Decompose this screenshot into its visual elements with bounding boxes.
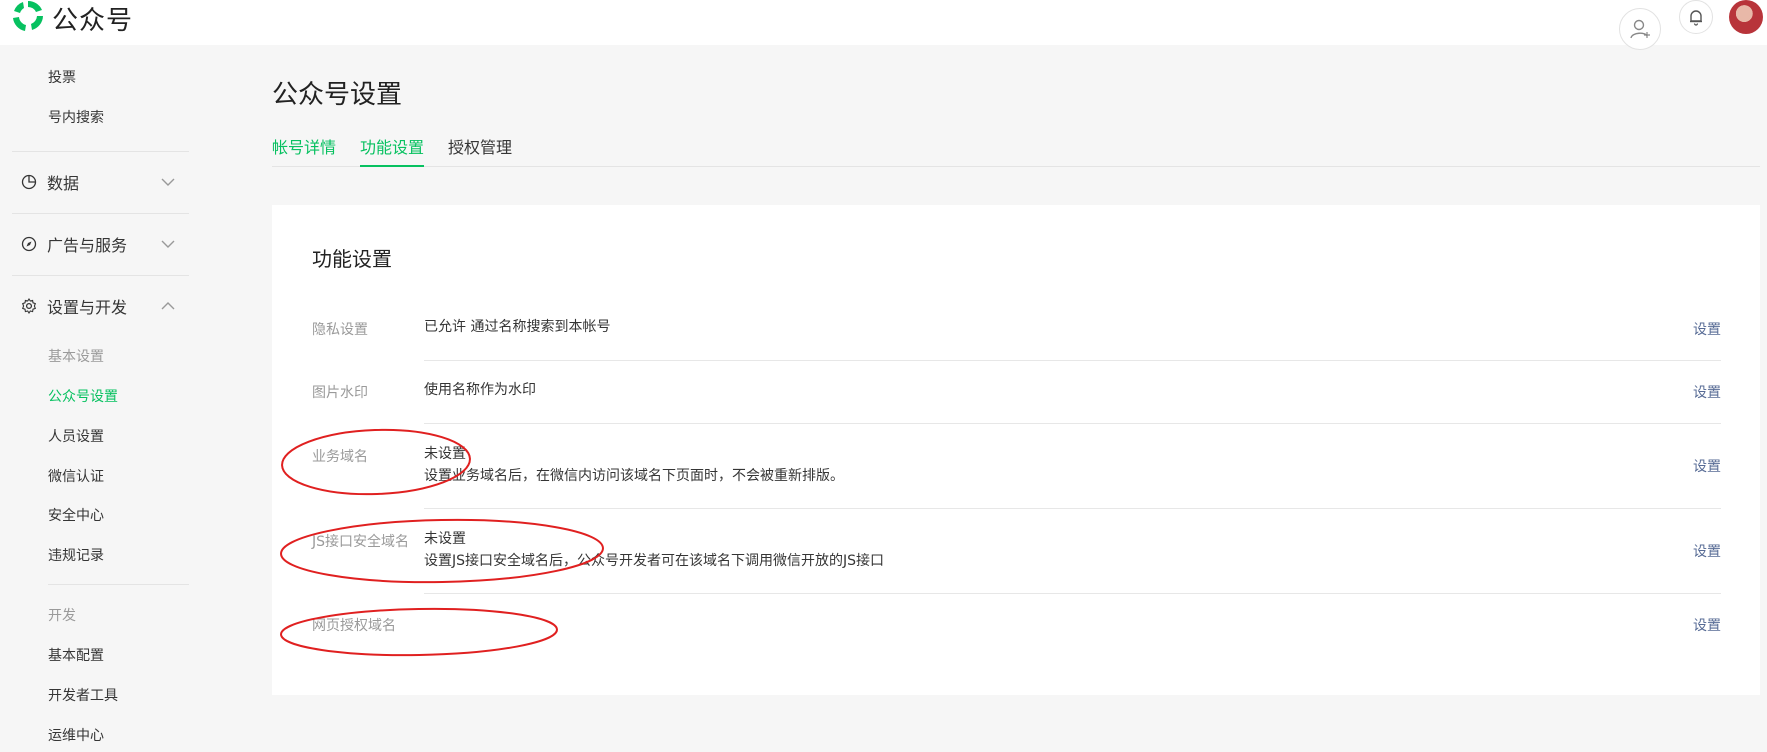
sidebar-item-search[interactable]: 号内搜索 xyxy=(48,107,104,127)
sidebar-group-settings[interactable]: 设置与开发 xyxy=(20,293,185,319)
feature-settings-card: 功能设置 隐私设置 已允许 通过名称搜索到本帐号 设置 图片水印 使用名称作为水… xyxy=(272,205,1760,695)
row-divider xyxy=(424,360,1721,361)
notification-button[interactable] xyxy=(1679,0,1713,34)
sidebar-section-dev: 开发 xyxy=(48,608,76,624)
sidebar-item-dev-tools[interactable]: 开发者工具 xyxy=(48,685,118,705)
chevron-down-icon xyxy=(161,240,175,248)
sidebar-item-ops-center[interactable]: 运维中心 xyxy=(48,725,104,745)
js-domain-settings-link[interactable]: 设置 xyxy=(1693,541,1721,561)
setting-value: 使用名称作为水印 xyxy=(424,382,536,398)
setting-value: 已允许 通过名称搜索到本帐号 xyxy=(424,319,611,335)
brand-logo[interactable]: 公众号 xyxy=(10,0,134,38)
setting-label: 业务域名 xyxy=(312,449,368,465)
bell-icon xyxy=(1690,10,1702,26)
sidebar-divider xyxy=(12,213,189,214)
user-switch-icon xyxy=(1630,19,1650,39)
tab-authorization[interactable]: 授权管理 xyxy=(448,134,512,165)
setting-label: JS接口安全域名 xyxy=(312,534,410,550)
tab-account-details[interactable]: 帐号详情 xyxy=(272,134,336,165)
page-title: 公众号设置 xyxy=(272,80,403,110)
setting-label: 图片水印 xyxy=(312,385,368,401)
top-bar: 公众号 xyxy=(0,0,1767,50)
app-title: 公众号 xyxy=(52,5,134,36)
privacy-settings-link[interactable]: 设置 xyxy=(1693,319,1721,339)
row-divider xyxy=(424,593,1721,594)
sidebar-item-staff-settings[interactable]: 人员设置 xyxy=(48,426,104,446)
sidebar-item-violation-records[interactable]: 违规记录 xyxy=(48,545,104,565)
sidebar-section-basic: 基本设置 xyxy=(48,349,104,365)
row-divider xyxy=(424,423,1721,424)
chevron-up-icon xyxy=(161,302,175,310)
tab-feature-settings[interactable]: 功能设置 xyxy=(360,134,425,167)
tab-bar: 帐号详情 功能设置 授权管理 xyxy=(272,130,1760,167)
business-domain-settings-link[interactable]: 设置 xyxy=(1693,456,1721,476)
sidebar-item-security-center[interactable]: 安全中心 xyxy=(48,505,104,525)
sidebar-divider xyxy=(48,584,189,585)
setting-label: 网页授权域名 xyxy=(312,618,396,634)
watermark-settings-link[interactable]: 设置 xyxy=(1693,382,1721,402)
pie-chart-icon xyxy=(20,173,38,191)
sidebar-group-ads[interactable]: 广告与服务 xyxy=(20,231,185,257)
setting-value: 未设置 xyxy=(424,446,466,462)
setting-detail: 设置业务域名后，在微信内访问该域名下页面时，不会被重新排版。 xyxy=(424,468,844,484)
compass-icon xyxy=(20,235,38,253)
chevron-down-icon xyxy=(161,178,175,186)
sidebar-divider xyxy=(12,151,189,152)
setting-detail: 设置JS接口安全域名后，公众号开发者可在该域名下调用微信开放的JS接口 xyxy=(424,553,885,569)
card-title: 功能设置 xyxy=(312,247,392,271)
gear-icon xyxy=(20,297,38,315)
user-switch-button[interactable] xyxy=(1619,8,1661,50)
setting-label: 隐私设置 xyxy=(312,322,368,338)
avatar[interactable] xyxy=(1729,0,1763,34)
setting-value: 未设置 xyxy=(424,531,466,547)
sidebar-item-account-settings[interactable]: 公众号设置 xyxy=(48,386,118,406)
sidebar-group-label: 设置与开发 xyxy=(47,298,128,317)
sidebar-group-label: 数据 xyxy=(47,174,80,193)
sidebar: 投票 号内搜索 数据 广告与服务 设置与开发 基本设置 公众号设置 人员设置 微… xyxy=(0,45,190,752)
sidebar-group-label: 广告与服务 xyxy=(47,236,128,255)
row-divider xyxy=(424,508,1721,509)
wechat-logo-icon xyxy=(10,0,46,38)
sidebar-group-data[interactable]: 数据 xyxy=(20,169,185,195)
oauth-domain-settings-link[interactable]: 设置 xyxy=(1693,615,1721,635)
sidebar-item-basic-config[interactable]: 基本配置 xyxy=(48,645,104,665)
sidebar-item-vote[interactable]: 投票 xyxy=(48,67,76,87)
sidebar-item-wechat-verify[interactable]: 微信认证 xyxy=(48,466,104,486)
sidebar-divider xyxy=(12,275,189,276)
